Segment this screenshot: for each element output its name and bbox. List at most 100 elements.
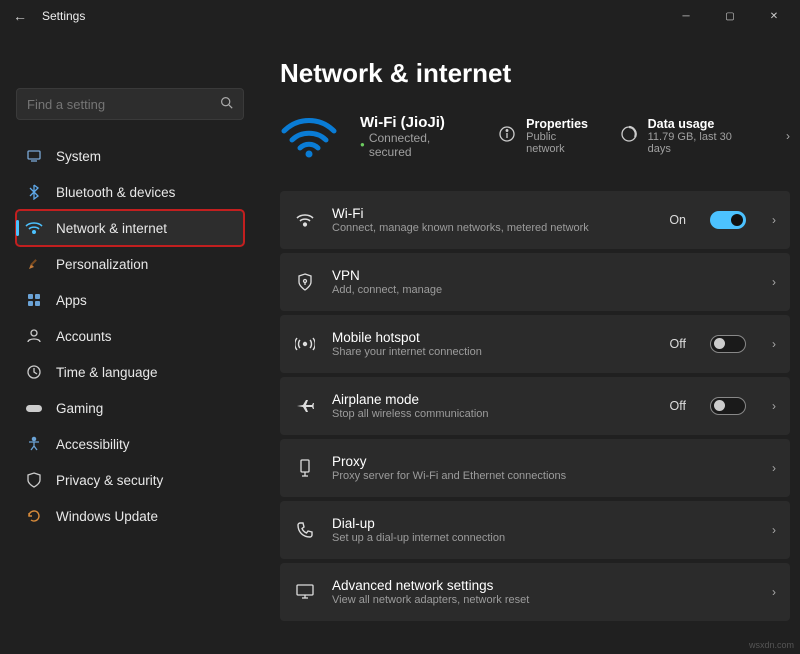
- maximize-button[interactable]: ▢: [708, 0, 752, 32]
- person-icon: [24, 326, 44, 346]
- watermark: wsxdn.com: [749, 640, 794, 650]
- sidebar-item-label: Gaming: [56, 401, 103, 416]
- connected-dot-icon: ●: [360, 140, 365, 149]
- properties-sub: Public network: [526, 131, 597, 155]
- sidebar-item-accounts[interactable]: Accounts: [16, 318, 244, 354]
- card-title: Mobile hotspot: [332, 330, 654, 345]
- paintbrush-icon: [24, 254, 44, 274]
- card-vpn[interactable]: VPN Add, connect, manage ›: [280, 253, 790, 311]
- apps-icon: [24, 290, 44, 310]
- sidebar-item-update[interactable]: Windows Update: [16, 498, 244, 534]
- card-title: Advanced network settings: [332, 578, 756, 593]
- card-sub: Stop all wireless communication: [332, 408, 654, 420]
- sidebar-item-label: Windows Update: [56, 509, 158, 524]
- sidebar-item-privacy[interactable]: Privacy & security: [16, 462, 244, 498]
- close-button[interactable]: ✕: [752, 0, 796, 32]
- chevron-right-icon: ›: [772, 461, 776, 475]
- sidebar-item-gaming[interactable]: Gaming: [16, 390, 244, 426]
- settings-cards: Wi-Fi Connect, manage known networks, me…: [280, 191, 790, 621]
- card-title: Airplane mode: [332, 392, 654, 407]
- airplane-toggle[interactable]: [710, 397, 746, 415]
- sidebar-item-label: Privacy & security: [56, 473, 163, 488]
- properties-link[interactable]: Properties Public network: [498, 117, 597, 155]
- chevron-right-icon: ›: [772, 585, 776, 599]
- sidebar-item-network[interactable]: Network & internet: [16, 210, 244, 246]
- accessibility-icon: [24, 434, 44, 454]
- sidebar-item-bluetooth[interactable]: Bluetooth & devices: [16, 174, 244, 210]
- system-icon: [24, 146, 44, 166]
- card-dialup[interactable]: Dial-up Set up a dial-up internet connec…: [280, 501, 790, 559]
- nav-list: System Bluetooth & devices Network & int…: [16, 138, 244, 534]
- proxy-icon: [294, 458, 316, 478]
- chevron-right-icon[interactable]: ›: [786, 129, 790, 143]
- window-title: Settings: [42, 9, 85, 23]
- sidebar-item-personalization[interactable]: Personalization: [16, 246, 244, 282]
- card-advanced[interactable]: Advanced network settings View all netwo…: [280, 563, 790, 621]
- shield-icon: [24, 470, 44, 490]
- network-name: Wi-Fi (JioJi): [360, 114, 476, 131]
- gamepad-icon: [24, 398, 44, 418]
- sidebar-item-label: Bluetooth & devices: [56, 185, 175, 200]
- wifi-toggle[interactable]: [710, 211, 746, 229]
- card-wifi[interactable]: Wi-Fi Connect, manage known networks, me…: [280, 191, 790, 249]
- chevron-right-icon: ›: [772, 213, 776, 227]
- sidebar-item-system[interactable]: System: [16, 138, 244, 174]
- card-sub: View all network adapters, network reset: [332, 594, 756, 606]
- card-hotspot[interactable]: Mobile hotspot Share your internet conne…: [280, 315, 790, 373]
- sidebar-item-label: System: [56, 149, 101, 164]
- hotspot-toggle[interactable]: [710, 335, 746, 353]
- hotspot-icon: [294, 335, 316, 353]
- wifi-large-icon: [280, 111, 338, 161]
- search-input[interactable]: [27, 97, 220, 112]
- card-title: Dial-up: [332, 516, 756, 531]
- data-usage-link[interactable]: Data usage 11.79 GB, last 30 days: [620, 117, 758, 155]
- card-proxy[interactable]: Proxy Proxy server for Wi-Fi and Etherne…: [280, 439, 790, 497]
- sidebar-item-label: Accounts: [56, 329, 112, 344]
- card-sub: Set up a dial-up internet connection: [332, 532, 756, 544]
- wifi-icon: [294, 212, 316, 228]
- update-icon: [24, 506, 44, 526]
- airplane-icon: [294, 397, 316, 415]
- chevron-right-icon: ›: [772, 275, 776, 289]
- sidebar: System Bluetooth & devices Network & int…: [0, 32, 252, 654]
- back-button[interactable]: ←: [4, 8, 36, 24]
- sidebar-item-apps[interactable]: Apps: [16, 282, 244, 318]
- data-usage-label: Data usage: [648, 117, 758, 131]
- card-title: VPN: [332, 268, 756, 283]
- monitor-icon: [294, 583, 316, 601]
- card-sub: Share your internet connection: [332, 346, 654, 358]
- sidebar-item-time[interactable]: Time & language: [16, 354, 244, 390]
- phone-icon: [294, 521, 316, 539]
- connection-status[interactable]: Wi-Fi (JioJi) ● Connected, secured: [360, 114, 476, 159]
- hotspot-state-label: Off: [670, 337, 686, 351]
- minimize-button[interactable]: ─: [664, 0, 708, 32]
- network-status-header: Wi-Fi (JioJi) ● Connected, secured Prope…: [280, 111, 790, 161]
- card-title: Wi-Fi: [332, 206, 653, 221]
- main-panel: Network & internet Wi-Fi (JioJi) ● Conne…: [252, 32, 800, 654]
- search-box[interactable]: [16, 88, 244, 120]
- title-bar: ← Settings ─ ▢ ✕: [0, 0, 800, 32]
- card-sub: Connect, manage known networks, metered …: [332, 222, 653, 234]
- airplane-state-label: Off: [670, 399, 686, 413]
- sidebar-item-label: Accessibility: [56, 437, 130, 452]
- card-title: Proxy: [332, 454, 756, 469]
- data-usage-sub: 11.79 GB, last 30 days: [648, 131, 758, 155]
- sidebar-item-accessibility[interactable]: Accessibility: [16, 426, 244, 462]
- chevron-right-icon: ›: [772, 337, 776, 351]
- wifi-state-label: On: [669, 213, 686, 227]
- clock-icon: [24, 362, 44, 382]
- card-sub: Add, connect, manage: [332, 284, 756, 296]
- sidebar-item-label: Time & language: [56, 365, 158, 380]
- search-icon: [220, 96, 233, 112]
- page-title: Network & internet: [280, 58, 790, 89]
- sidebar-item-label: Network & internet: [56, 221, 167, 236]
- card-airplane[interactable]: Airplane mode Stop all wireless communic…: [280, 377, 790, 435]
- sidebar-item-label: Apps: [56, 293, 87, 308]
- properties-label: Properties: [526, 117, 597, 131]
- chevron-right-icon: ›: [772, 399, 776, 413]
- network-detail: ● Connected, secured: [360, 131, 476, 159]
- chevron-right-icon: ›: [772, 523, 776, 537]
- vpn-shield-icon: [294, 273, 316, 291]
- card-sub: Proxy server for Wi-Fi and Ethernet conn…: [332, 470, 756, 482]
- bluetooth-icon: [24, 182, 44, 202]
